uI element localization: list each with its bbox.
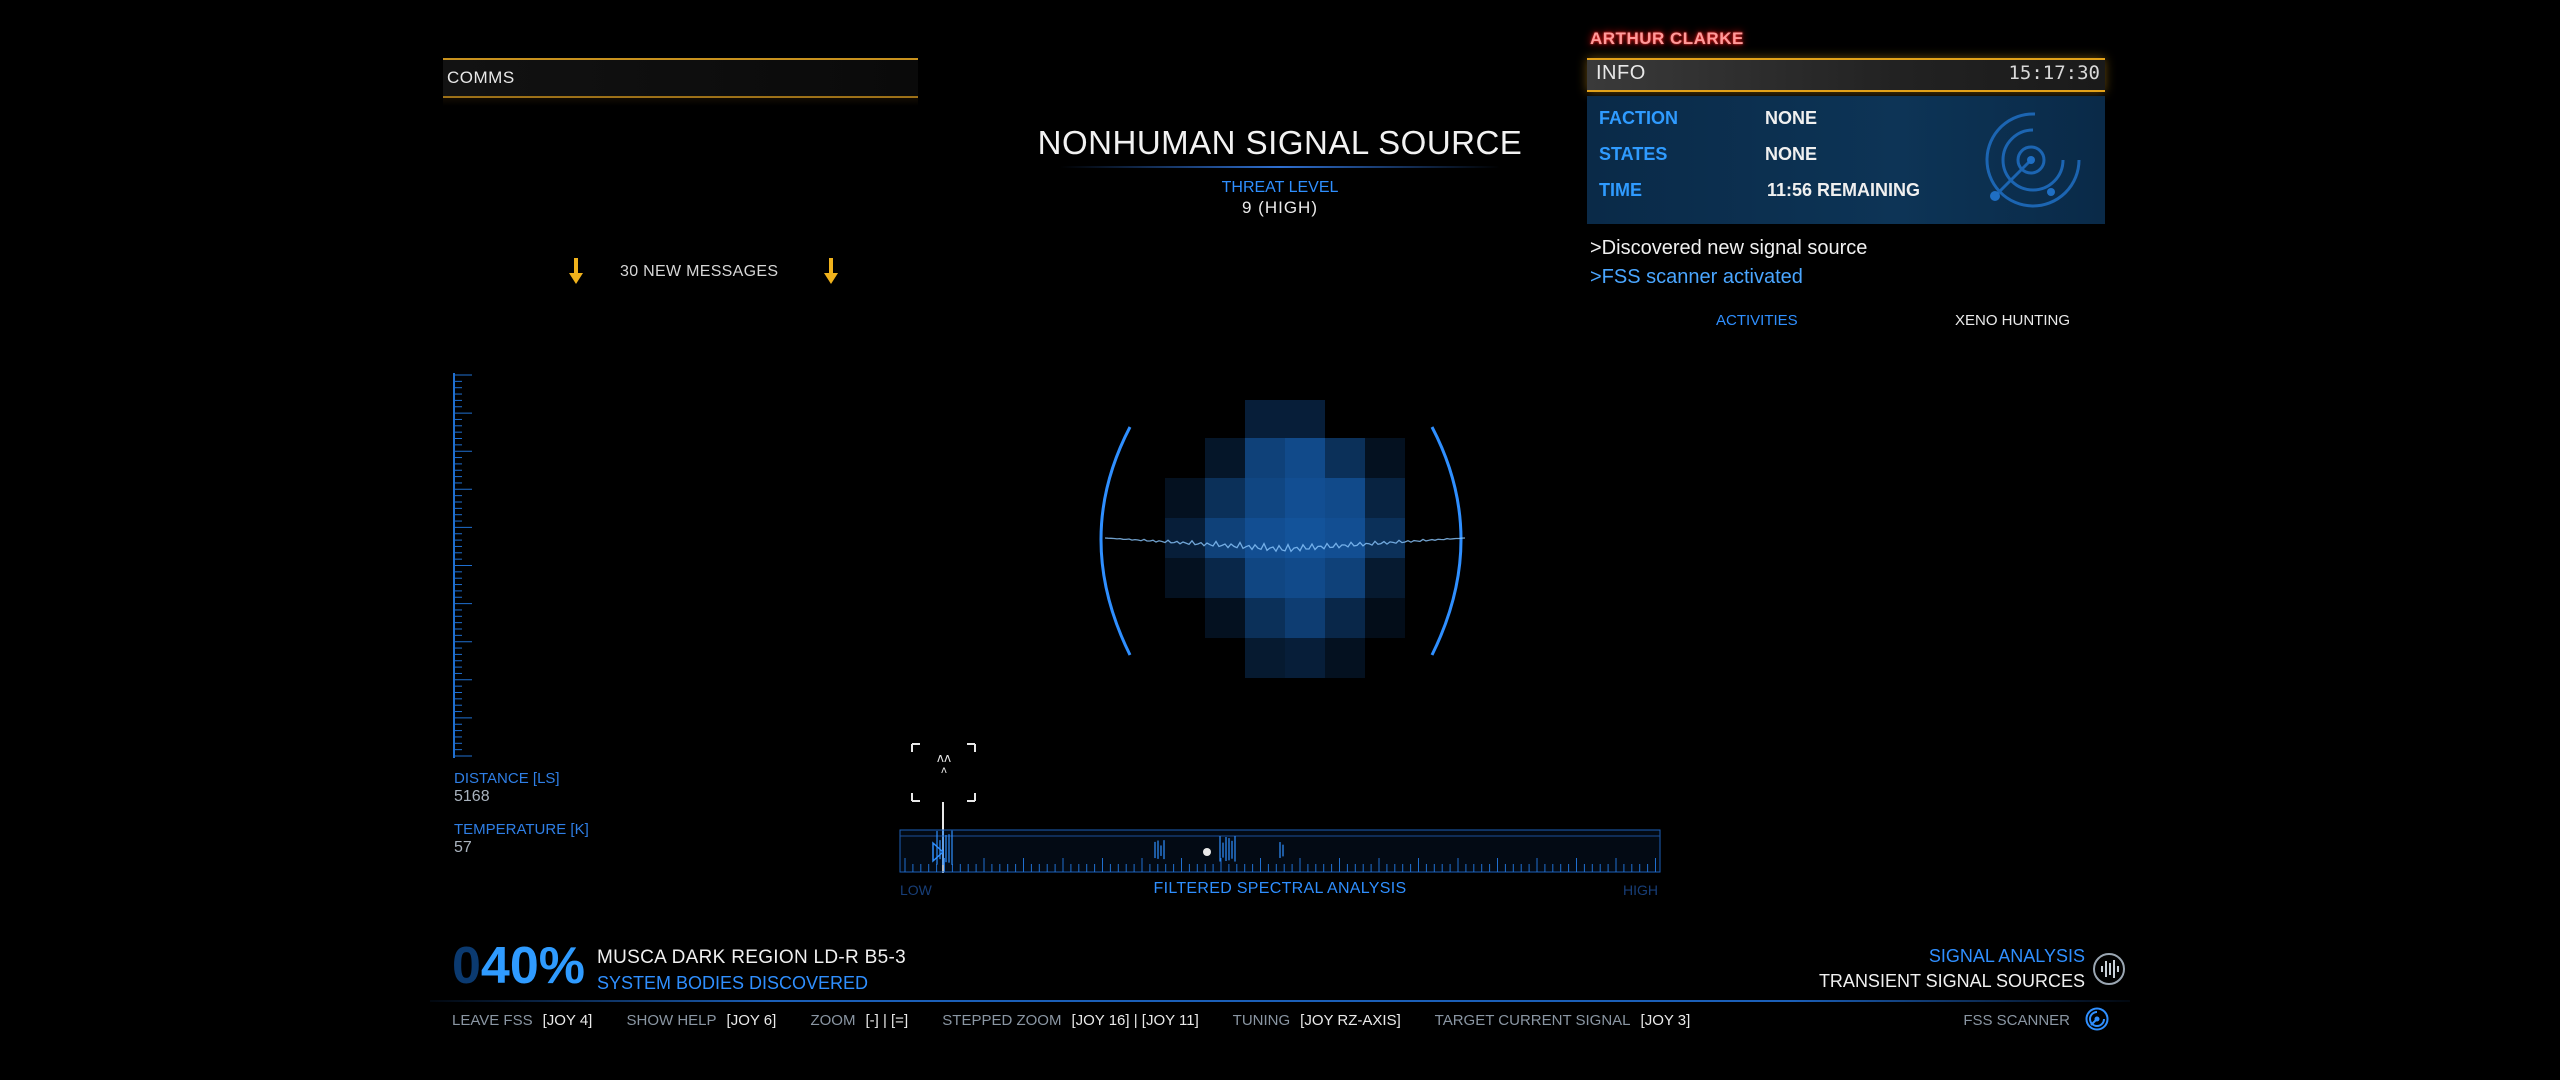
arrow-down-icon [569, 258, 583, 284]
right-bracket [1430, 426, 1463, 656]
control-hints: LEAVE FSS [JOY 4] SHOW HELP [JOY 6] ZOOM [-… [452, 1012, 1720, 1029]
percent-lead-digit: 0 [452, 937, 481, 995]
signal-title: NONHUMAN SIGNAL SOURCE [1037, 124, 1523, 161]
radar-icon [1985, 112, 2081, 208]
info-row-faction: FACTION NONE [1599, 108, 1817, 129]
distance-scale [453, 373, 472, 758]
info-value: NONE [1765, 144, 1818, 164]
hint-key[interactable]: [JOY 16] | [JOY 11] [1071, 1012, 1198, 1029]
distance-value: 5168 [454, 788, 490, 805]
title-underline [1060, 166, 1500, 168]
threat-level-value: 9 (HIGH) [1242, 198, 1318, 217]
arrow-down-icon [824, 258, 838, 284]
log-entry: >FSS scanner activated [1590, 266, 1803, 288]
info-row-time: TIME 11:56 REMAINING [1599, 180, 1920, 201]
bodies-discovered-percent: 040% [452, 940, 585, 992]
spectrum-low-label: LOW [900, 882, 932, 898]
waveform-icon [2093, 953, 2125, 985]
spectral-analysis-bar[interactable]: ʌʌ ʌ [895, 740, 1665, 890]
info-row-states: STATES NONE [1599, 144, 1817, 165]
info-value: 11:56 REMAINING [1767, 180, 1921, 200]
hint-label: ZOOM [810, 1012, 856, 1029]
fss-scanner-label: FSS SCANNER [1963, 1012, 2070, 1029]
hint-key[interactable]: [JOY 3] [1641, 1012, 1691, 1029]
temperature-label: TEMPERATURE [K] [454, 821, 589, 838]
signal-marker[interactable] [1203, 848, 1211, 856]
info-value: NONE [1765, 108, 1818, 128]
new-messages-indicator[interactable]: 30 NEW MESSAGES [560, 256, 860, 288]
system-name: MUSCA DARK REGION LD-R B5-3 [597, 947, 906, 968]
signal-visualizer [915, 400, 1655, 678]
hint-label: LEAVE FSS [452, 1012, 533, 1029]
signal-type: TRANSIENT SIGNAL SOURCES [1818, 971, 2085, 991]
reticle-chevron-icon: ʌ [941, 765, 947, 776]
left-bracket [1099, 426, 1132, 656]
info-key: STATES [1599, 144, 1668, 164]
hint-key[interactable]: [JOY 4] [543, 1012, 593, 1029]
reticle-chevron-icon: ʌʌ [937, 751, 951, 765]
hint-label: STEPPED ZOOM [942, 1012, 1062, 1029]
info-title: INFO [1596, 62, 1646, 84]
spectrum-high-label: HIGH [1623, 882, 1658, 898]
hint-key[interactable]: [JOY RZ-AXIS] [1300, 1012, 1401, 1029]
hint-label: SHOW HELP [626, 1012, 717, 1029]
hint-label: TARGET CURRENT SIGNAL [1434, 1012, 1631, 1029]
activities-label: ACTIVITIES [1716, 312, 1798, 329]
comms-panel-header[interactable]: COMMS [443, 58, 918, 98]
distance-label: DISTANCE [LS] [454, 770, 560, 787]
new-messages-label: 30 NEW MESSAGES [620, 263, 779, 280]
percent-value: 40% [480, 937, 585, 995]
signal-pixel-cloud [1165, 400, 1405, 678]
owner-name: ARTHUR CLARKE [1590, 29, 1744, 48]
spectrum-title: FILTERED SPECTRAL ANALYSIS [1153, 880, 1407, 897]
bottom-divider [430, 1000, 2130, 1002]
hint-label: TUNING [1232, 1012, 1291, 1029]
log-entry: >Discovered new signal source [1590, 237, 1868, 259]
activities-value: XENO HUNTING [1955, 312, 2071, 329]
fss-scanner-icon[interactable] [2085, 1007, 2109, 1031]
hint-key[interactable]: [JOY 6] [727, 1012, 777, 1029]
temperature-value: 57 [454, 839, 472, 856]
signal-analysis-label: SIGNAL ANALYSIS [1928, 946, 2085, 966]
hint-key[interactable]: [-] | [=] [865, 1012, 908, 1029]
threat-level-label: THREAT LEVEL [1221, 179, 1339, 196]
info-key: FACTION [1599, 108, 1678, 128]
info-key: TIME [1599, 180, 1642, 200]
comms-title: COMMS [447, 68, 515, 87]
comms-header-glow [443, 96, 918, 106]
info-clock: 15:17:30 [2008, 62, 2100, 84]
system-subtitle: SYSTEM BODIES DISCOVERED [597, 973, 869, 993]
